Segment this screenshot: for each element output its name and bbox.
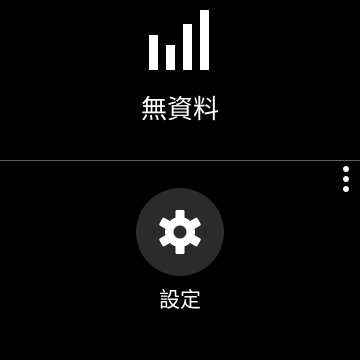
more-vertical-icon[interactable]: [336, 160, 356, 196]
plan-title: 無資料: [140, 95, 219, 125]
signal-strength-icon: [149, 10, 209, 70]
signal-bar-3: [183, 24, 192, 70]
gear-icon: [159, 210, 201, 254]
divider: [0, 160, 360, 161]
settings-button[interactable]: [136, 188, 224, 276]
signal-bar-4: [200, 10, 209, 70]
signal-bar-1: [149, 35, 158, 70]
screen: 無資料 設定: [0, 0, 360, 360]
signal-bar-2: [166, 45, 175, 70]
menu-dot: [343, 176, 349, 182]
menu-dot: [343, 166, 349, 172]
menu-dot: [343, 186, 349, 192]
settings-label: 設定: [159, 288, 201, 312]
